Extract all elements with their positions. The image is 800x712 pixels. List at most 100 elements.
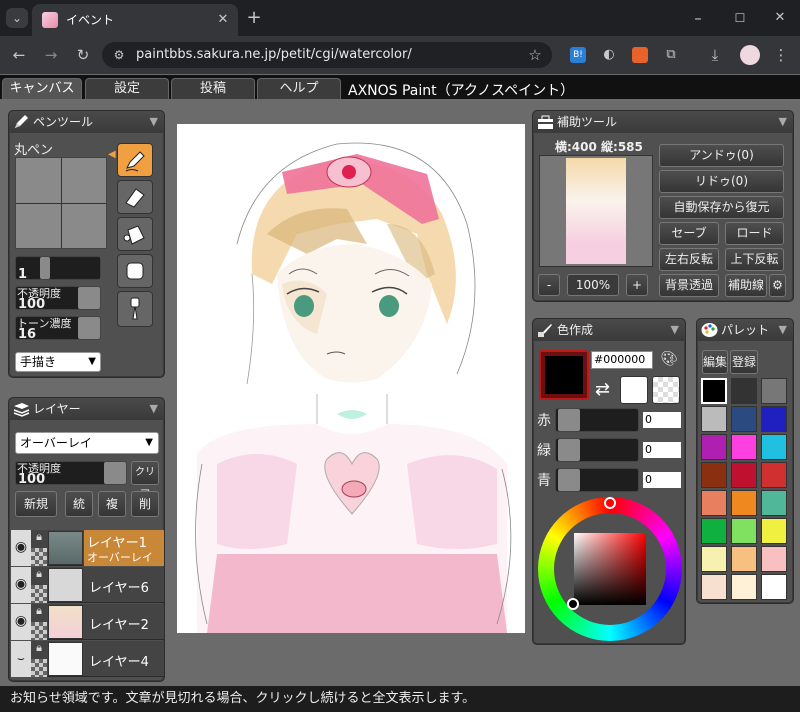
palette-swatch[interactable] [701,546,727,572]
zoom-out-button[interactable]: - [538,274,560,296]
eyedropper-tool-button[interactable] [117,291,153,327]
hue-handle[interactable] [604,497,616,509]
clip-mask-icon[interactable] [31,585,47,603]
palette-swatch[interactable] [761,518,787,544]
forward-icon[interactable]: → [40,45,62,65]
palette-swatch[interactable] [761,406,787,432]
lock-icon[interactable]: 🔒︎ [31,530,47,548]
palette-swatch[interactable] [731,490,757,516]
tab-canvas[interactable]: キャンバス [2,78,82,99]
layer-row[interactable]: ◉ 🔒︎ レイヤー6 [11,567,164,603]
palette-swatch[interactable] [761,434,787,460]
palette-swatch[interactable] [761,546,787,572]
navigator-preview[interactable] [539,155,653,267]
eye-visible-icon[interactable]: ◉ [11,530,31,566]
browser-tab[interactable]: イベント ✕ [32,4,238,36]
palette-swatch[interactable] [761,462,787,488]
aux-panel-title-bar[interactable]: 補助ツール ▼ [533,111,793,133]
clip-mask-icon[interactable] [31,659,47,677]
extension-b-icon[interactable]: B! [570,47,586,63]
secondary-color-white[interactable] [620,376,648,404]
zoom-in-button[interactable]: + [626,274,648,296]
download-icon[interactable]: ⤓ [706,45,724,65]
new-tab-icon[interactable]: + [244,8,264,28]
lock-icon[interactable]: 🔒︎ [31,567,47,585]
palette-swatch[interactable] [701,378,727,404]
palette-swatch[interactable] [761,490,787,516]
palette-swatch[interactable] [701,490,727,516]
pen-panel-title-bar[interactable]: ペンツール ▼ [9,111,164,133]
palette-swatch[interactable] [731,574,757,600]
eye-visible-icon[interactable]: ◉ [11,567,31,603]
clip-mask-icon[interactable] [31,622,47,640]
hex-input[interactable]: #000000 [591,351,653,369]
palette-swatch[interactable] [761,574,787,600]
extension-mouse-icon[interactable]: ◐ [600,45,618,65]
swap-colors-icon[interactable]: ⇄ [595,379,610,400]
load-button[interactable]: ロード [725,222,784,245]
transparent-color-swatch[interactable] [652,376,680,404]
back-icon[interactable]: ← [8,45,30,65]
layer-panel-title-bar[interactable]: レイヤー ▼ [9,398,164,420]
collapse-triangle-icon[interactable]: ▼ [671,319,679,341]
red-slider[interactable] [555,408,639,432]
flip-vertical-button[interactable]: 上下反転 [725,248,784,271]
tab-search-icon[interactable]: ⌄ [6,8,28,28]
draw-mode-select[interactable]: 手描き ▼ [15,352,101,372]
clip-mask-icon[interactable] [31,548,47,566]
palette-swatch[interactable] [731,378,757,404]
undo-button[interactable]: アンドゥ(0) [659,144,784,167]
notification-area[interactable]: お知らせ領域です。文章が見切れる場合、クリックし続けると全文表示します。 [0,686,800,712]
palette-swatch[interactable] [761,378,787,404]
lock-icon[interactable]: 🔒︎ [31,604,47,622]
size-slider[interactable] [15,256,101,280]
collapse-triangle-icon[interactable]: ▼ [779,319,787,341]
zoom-level[interactable]: 100% [567,274,619,296]
window-close-icon[interactable]: ✕ [770,8,790,28]
collapse-triangle-icon[interactable]: ▼ [779,111,787,133]
drawing-canvas[interactable] [177,124,525,633]
tab-settings[interactable]: 設定 [85,78,169,99]
current-color-frame[interactable] [539,350,589,400]
palette-edit-button[interactable]: 編集 [702,350,728,374]
aux-line-settings-gear-icon[interactable]: ⚙ [769,274,786,297]
url-field[interactable]: ⚙ paintbbs.sakura.ne.jp/petit/cgi/waterc… [102,42,552,68]
palette-panel-title-bar[interactable]: パレット ▼ [697,319,793,341]
flip-horizontal-button[interactable]: 左右反転 [659,248,719,271]
minimize-icon[interactable]: – [688,8,708,28]
tab-post[interactable]: 投稿 [171,78,255,99]
red-value[interactable]: 0 [643,412,681,428]
duplicate-layer-button[interactable]: 複 [98,491,126,517]
lock-icon[interactable]: 🔒︎ [31,641,47,659]
hand-tool-button[interactable] [117,254,153,288]
redo-button[interactable]: リドゥ(0) [659,170,784,193]
green-value[interactable]: 0 [643,442,681,458]
palette-swatch[interactable] [731,406,757,432]
hue-wheel[interactable] [538,497,682,641]
blend-mode-select[interactable]: オーバーレイ ▼ [15,432,159,454]
eye-closed-icon[interactable]: ⌣ [11,641,31,677]
profile-avatar[interactable] [740,45,760,65]
save-button[interactable]: セーブ [659,222,719,245]
palette-swatch[interactable] [731,546,757,572]
maximize-icon[interactable]: ☐ [730,8,750,28]
new-layer-button[interactable]: 新規 [15,491,57,517]
fill-tool-button[interactable] [117,217,153,251]
merge-layer-button[interactable]: 統 [65,491,93,517]
aux-line-button[interactable]: 補助線 [725,274,767,297]
sv-handle[interactable] [567,598,579,610]
collapse-triangle-icon[interactable]: ▼ [150,111,158,133]
extensions-puzzle-icon[interactable]: ⧉ [662,45,680,65]
color-panel-title-bar[interactable]: 色作成 ▼ [533,319,685,341]
autosave-restore-button[interactable]: 自動保存から復元 [659,196,784,219]
extension-html5-icon[interactable] [632,47,648,63]
palette-swatch[interactable] [701,434,727,460]
layer-row[interactable]: ◉ 🔒︎ レイヤー1 オーバーレイ [11,530,164,566]
delete-layer-button[interactable]: 削 [131,491,159,517]
tab-help[interactable]: ヘルプ [257,78,341,99]
bookmark-star-icon[interactable]: ☆ [526,45,544,65]
palette-swatch[interactable] [731,518,757,544]
green-slider[interactable] [555,438,639,462]
palette-swatch[interactable] [731,462,757,488]
blue-value[interactable]: 0 [643,472,681,488]
